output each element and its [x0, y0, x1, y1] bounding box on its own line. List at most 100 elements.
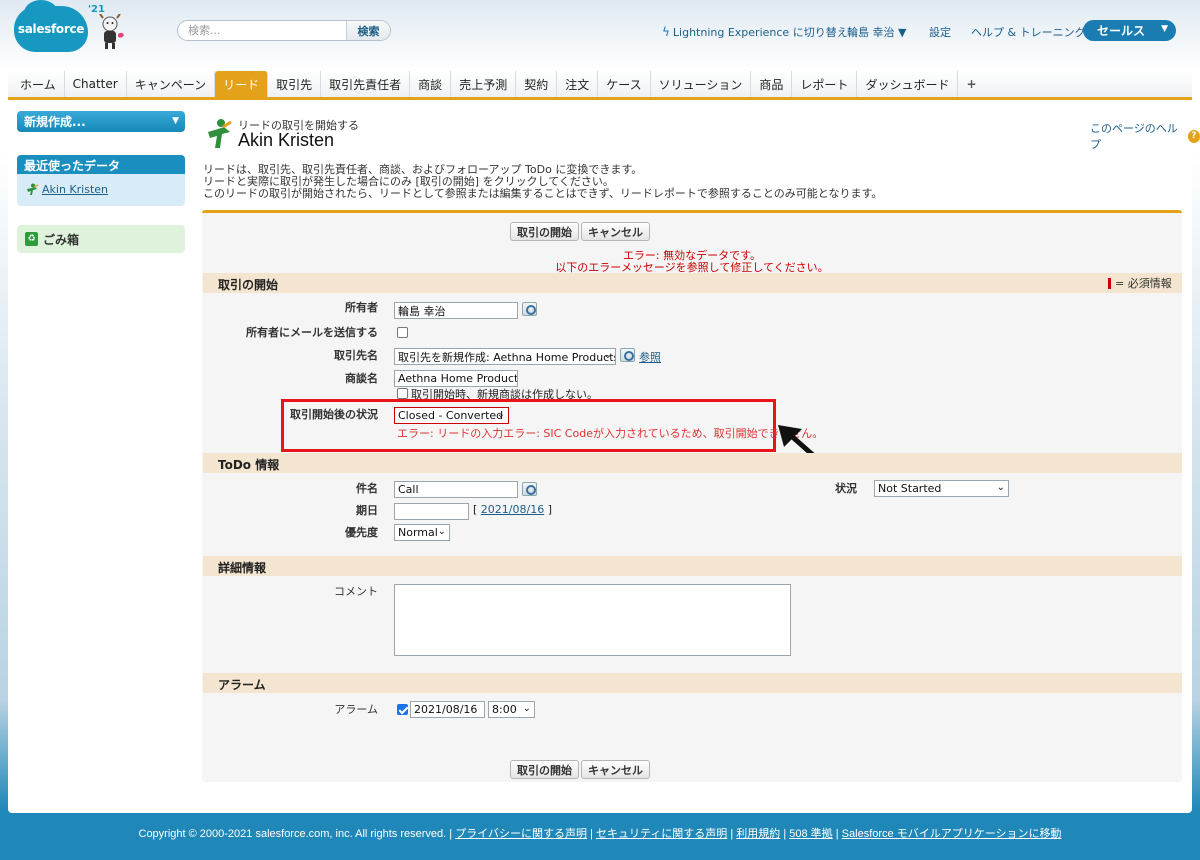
comment-label: コメント	[334, 585, 378, 598]
comment-textarea[interactable]	[394, 584, 791, 656]
search-input[interactable]	[178, 21, 346, 40]
account-view-link[interactable]: 参照	[639, 349, 661, 365]
send-email-checkbox[interactable]	[397, 327, 408, 338]
convert-form	[202, 210, 1182, 782]
user-menu[interactable]: 輪島 幸治 ▼	[847, 24, 906, 40]
convert-button-top[interactable]: 取引の開始	[510, 222, 579, 241]
footer-terms-link[interactable]: 利用規約	[736, 828, 780, 840]
chevron-down-icon: ⌄	[496, 409, 505, 420]
tab-item[interactable]: 商談	[410, 71, 452, 97]
cancel-button-bottom[interactable]: キャンセル	[581, 760, 650, 779]
app-menu-button[interactable]: セールス ▼	[1083, 20, 1176, 41]
tab-item[interactable]: ダッシュボード	[857, 71, 959, 97]
task-status-label: 状況	[835, 482, 857, 495]
recent-item-link[interactable]: Akin Kristen	[26, 183, 108, 196]
help-icon: ?	[1187, 129, 1200, 143]
required-legend: = 必須情報	[1108, 275, 1172, 291]
recycle-bin-icon: ♻	[25, 232, 38, 246]
opportunity-input[interactable]: Aethna Home Products-	[394, 370, 518, 387]
recycle-bin-link[interactable]: ♻ ごみ箱	[17, 225, 185, 253]
tab-item[interactable]: ホーム	[12, 71, 65, 97]
priority-select[interactable]: Normal ⌄	[394, 524, 450, 541]
footer: Copyright © 2000-2021 salesforce.com, in…	[138, 828, 1062, 840]
tab-item[interactable]: 売上予測	[451, 71, 517, 97]
tab-item[interactable]: 契約	[516, 71, 558, 97]
search-button[interactable]: 検索	[346, 21, 390, 40]
account-label: 取引先名	[334, 349, 378, 362]
page-help-label: このページのヘルプ	[1090, 122, 1178, 151]
tab-item[interactable]: リード	[215, 71, 269, 97]
help-training-link[interactable]: ヘルプ & トレーニング	[971, 24, 1086, 40]
converted-status-error: エラー: リードの入力エラー: SIC Codeが入力されているため、取引開始で…	[397, 427, 824, 440]
due-date-label: 期日	[356, 504, 378, 517]
cancel-button-top[interactable]: キャンセル	[581, 222, 650, 241]
recycle-bin-label: ごみ箱	[43, 232, 80, 247]
task-status-value: Not Started	[878, 482, 942, 495]
no-opportunity-checkbox[interactable]	[397, 388, 408, 399]
account-select[interactable]: 取引先を新規作成: Aethna Home Products ⌄	[394, 348, 616, 365]
required-legend-text: = 必須情報	[1115, 277, 1172, 290]
footer-508-link[interactable]: 508 準拠	[789, 828, 832, 840]
priority-label: 優先度	[345, 526, 378, 539]
tab-item[interactable]: ケース	[598, 71, 651, 97]
create-new-menu[interactable]: 新規作成... ▼	[17, 111, 185, 132]
tab-item[interactable]: Chatter	[65, 71, 127, 97]
create-new-label: 新規作成...	[24, 115, 86, 129]
reminder-label: アラーム	[334, 703, 378, 716]
convert-button-bottom[interactable]: 取引の開始	[510, 760, 579, 779]
lead-icon	[208, 119, 232, 148]
required-marker	[1108, 277, 1111, 289]
lightning-switch-link[interactable]: ϟ Lightning Experience に切り替え	[662, 24, 848, 40]
reminder-checkbox[interactable]	[397, 704, 408, 715]
section-convert: 取引の開始	[203, 273, 1182, 293]
salesforce-logo[interactable]: salesforce	[14, 0, 88, 52]
tab-item[interactable]: 注文	[557, 71, 599, 97]
error-summary: エラー: 無効なデータです。 以下のエラーメッセージを参照して修正してください。	[202, 250, 1182, 274]
page-title: Akin Kristen	[238, 130, 335, 150]
global-search: 検索	[177, 20, 391, 41]
owner-label: 所有者	[345, 301, 378, 314]
tab-item[interactable]: 商品	[751, 71, 793, 97]
lightning-bolt-icon: ϟ	[662, 25, 670, 39]
chevron-down-icon: ⌄	[522, 703, 531, 714]
caret-down-icon: ▼	[172, 116, 179, 126]
account-select-value: 取引先を新規作成: Aethna Home Products	[398, 350, 616, 364]
converted-status-label: 取引開始後の状況	[290, 408, 378, 421]
caret-down-icon: ▼	[1161, 24, 1168, 34]
subject-combo-icon[interactable]	[522, 482, 537, 496]
section-reminder: アラーム	[203, 673, 1182, 693]
recent-item-label: Akin Kristen	[42, 183, 108, 196]
tab-add-icon[interactable]: +	[958, 71, 984, 97]
chevron-down-icon: ⌄	[437, 526, 446, 537]
intro-line: このリードの取引が開始されたら、リードとして参照または編集することはできず、リー…	[203, 187, 883, 200]
tab-bar: ホーム Chatter キャンペーン リード 取引先 取引先責任者 商談 売上予測 契約 注文 ケー…	[8, 71, 1192, 100]
tab-item[interactable]: 取引先	[268, 71, 322, 97]
footer-copyright: Copyright © 2000-2021 salesforce.com, in…	[138, 828, 447, 840]
due-date-input[interactable]	[394, 503, 469, 520]
section-detail: 詳細情報	[203, 556, 1182, 576]
chevron-down-icon: ⌄	[603, 350, 612, 361]
page-help-link[interactable]: このページのヘルプ ?	[1090, 120, 1200, 152]
subject-input[interactable]: Call	[394, 481, 518, 498]
footer-privacy-link[interactable]: プライバシーに関する声明	[455, 828, 587, 840]
task-status-select[interactable]: Not Started ⌄	[874, 480, 1009, 497]
owner-lookup-icon[interactable]	[522, 302, 537, 316]
due-date-today-link[interactable]: 2021/08/16	[481, 503, 544, 516]
converted-status-select[interactable]: Closed - Converted ⌄	[394, 407, 509, 424]
reminder-time-select[interactable]: 8:00 ⌄	[488, 701, 535, 718]
priority-value: Normal	[398, 526, 438, 539]
chevron-down-icon: ⌄	[996, 482, 1005, 493]
tab-item[interactable]: 取引先責任者	[321, 71, 411, 97]
tab-item[interactable]: キャンペーン	[127, 71, 216, 97]
footer-security-link[interactable]: セキュリティに関する声明	[596, 828, 727, 840]
opportunity-label: 商談名	[345, 372, 378, 385]
tab-item[interactable]: ソリューション	[651, 71, 752, 97]
setup-link[interactable]: 設定	[929, 24, 951, 40]
due-date-shortcut: [ 2021/08/16 ]	[473, 503, 552, 516]
tab-item[interactable]: レポート	[792, 71, 858, 97]
app-menu-label: セールス	[1097, 24, 1146, 38]
reminder-date-input[interactable]: 2021/08/16	[410, 701, 485, 718]
footer-mobile-link[interactable]: Salesforce モバイルアプリケーションに移動	[842, 828, 1062, 840]
account-lookup-icon[interactable]	[620, 348, 635, 362]
owner-input[interactable]: 輪島 幸治	[394, 302, 518, 319]
